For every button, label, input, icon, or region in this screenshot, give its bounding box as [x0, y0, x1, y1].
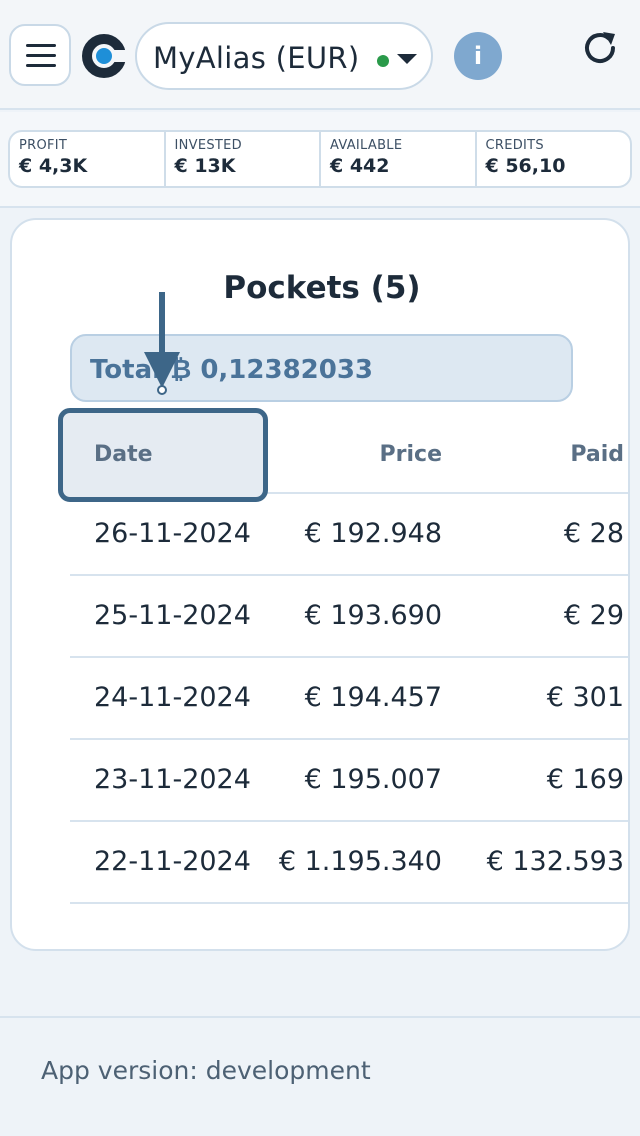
- stat-value: € 56,10: [485, 155, 566, 177]
- table-row[interactable]: 22-11-2024 € 1.195.340 € 132.593: [70, 822, 628, 904]
- account-selector[interactable]: MyAlias (EUR): [135, 22, 433, 90]
- stat-value: € 4,3K: [19, 155, 88, 177]
- cell-price: € 194.457: [304, 682, 442, 713]
- stats-summary: PROFIT € 4,3K INVESTED € 13K AVAILABLE €…: [8, 130, 632, 188]
- brand-logo-icon[interactable]: [80, 32, 128, 80]
- hamburger-menu-icon: [26, 44, 56, 47]
- cell-date: 25-11-2024: [94, 600, 251, 631]
- column-header-date[interactable]: Date: [94, 442, 153, 467]
- pockets-title: Pockets (5): [223, 270, 421, 306]
- cell-price: € 192.948: [304, 518, 442, 549]
- cell-paid: € 28: [563, 518, 624, 549]
- stat-available: AVAILABLE € 442: [321, 132, 477, 186]
- table-row[interactable]: 26-11-2024 € 192.948 € 28: [70, 494, 628, 576]
- cell-date: 24-11-2024: [94, 682, 251, 713]
- cell-paid: € 169: [546, 764, 624, 795]
- app-footer: App version: development: [0, 1016, 640, 1136]
- status-dot: [377, 55, 389, 67]
- chevron-down-icon: [397, 54, 417, 64]
- pockets-table: Date Price Paid 26-11-2024 € 192.948 € 2…: [58, 408, 628, 904]
- cell-date: 26-11-2024: [94, 518, 251, 549]
- stat-label: PROFIT: [19, 138, 68, 153]
- date-column-highlight: [58, 408, 268, 502]
- cell-paid: € 29: [563, 600, 624, 631]
- hamburger-menu-icon-bar: [26, 54, 56, 57]
- table-row[interactable]: 23-11-2024 € 195.007 € 169: [70, 740, 628, 822]
- stat-credits: CREDITS € 56,10: [477, 132, 631, 186]
- hamburger-menu-icon-bar: [26, 64, 56, 67]
- app-header: MyAlias (EUR) i: [0, 0, 640, 110]
- app-version: App version: development: [41, 1056, 371, 1085]
- cell-price: € 193.690: [304, 600, 442, 631]
- refresh-icon[interactable]: [580, 28, 620, 68]
- total-value: Total ₿ 0,12382033: [90, 355, 374, 385]
- cell-price: € 195.007: [304, 764, 442, 795]
- cell-price: € 1.195.340: [278, 846, 442, 877]
- column-header-paid[interactable]: Paid: [570, 442, 624, 467]
- stat-value: € 13K: [174, 155, 236, 177]
- menu-button[interactable]: [9, 24, 71, 86]
- cell-date: 22-11-2024: [94, 846, 251, 877]
- table-row[interactable]: 25-11-2024 € 193.690 € 29: [70, 576, 628, 658]
- stat-label: INVESTED: [174, 138, 242, 153]
- pointer-arrow-icon: [144, 292, 180, 395]
- pockets-card: Pockets (5) Total ₿ 0,12382033 Date Pric…: [10, 218, 630, 951]
- stat-label: AVAILABLE: [330, 138, 403, 153]
- account-name: MyAlias (EUR): [153, 41, 360, 75]
- cell-date: 23-11-2024: [94, 764, 251, 795]
- stat-label: CREDITS: [485, 138, 544, 153]
- stat-profit: PROFIT € 4,3K: [10, 132, 166, 186]
- cell-paid: € 132.593: [486, 846, 624, 877]
- table-row[interactable]: 24-11-2024 € 194.457 € 301: [70, 658, 628, 740]
- column-header-price[interactable]: Price: [380, 442, 442, 467]
- stat-value: € 442: [330, 155, 390, 177]
- stats-band: PROFIT € 4,3K INVESTED € 13K AVAILABLE €…: [0, 112, 640, 208]
- table-header: Date Price Paid: [58, 408, 628, 502]
- cell-paid: € 301: [546, 682, 624, 713]
- stat-invested: INVESTED € 13K: [166, 132, 321, 186]
- info-button[interactable]: i: [454, 32, 502, 80]
